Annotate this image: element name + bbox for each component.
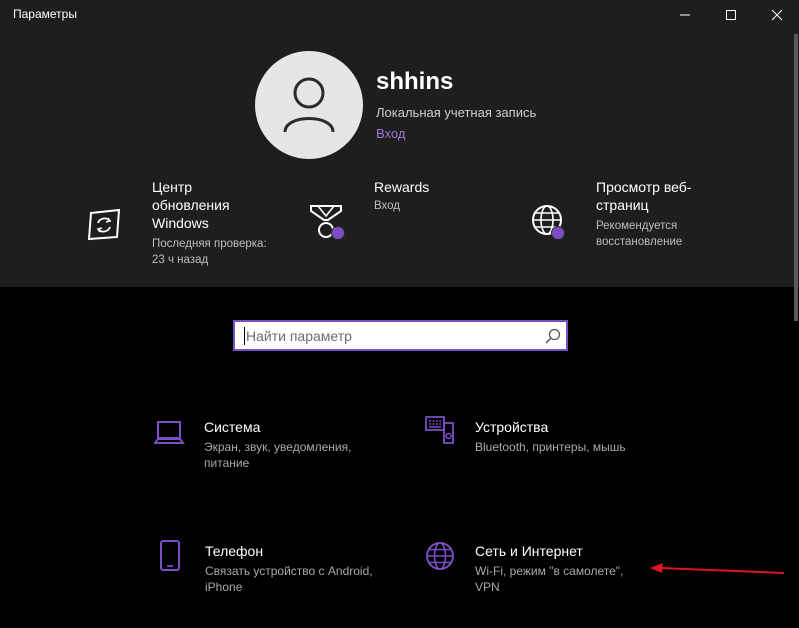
category-subtitle: Bluetooth, принтеры, мышь (475, 440, 626, 454)
windows-update-icon (87, 208, 121, 241)
category-phone[interactable]: Телефон Связать устройство с Android, iP… (154, 538, 384, 598)
tile-subtitle: Вход (374, 200, 401, 212)
text-cursor (244, 327, 245, 345)
category-devices[interactable]: Устройства Bluetooth, принтеры, мышь (424, 414, 654, 474)
laptop-icon (154, 421, 185, 444)
category-network[interactable]: Сеть и Интернет Wi-Fi, режим "в самолете… (424, 538, 654, 598)
maximize-button[interactable] (708, 0, 754, 30)
tile-windows-update[interactable]: Центр обновления Windows Последняя прове… (84, 178, 294, 270)
avatar[interactable] (255, 51, 363, 159)
window-title: Параметры (13, 7, 77, 21)
search-box[interactable] (233, 320, 568, 351)
search-icon[interactable] (544, 327, 562, 345)
category-title: Сеть и Интернет (475, 543, 583, 559)
tile-subtitle: Рекомендуется восстановление (596, 220, 683, 248)
search-input[interactable] (246, 326, 536, 346)
tile-rewards[interactable]: Rewards Вход (306, 178, 506, 270)
tile-title: Rewards (374, 179, 430, 195)
category-subtitle: Wi-Fi, режим "в самолете", VPN (475, 564, 624, 594)
close-button[interactable] (754, 0, 799, 30)
maximize-icon (726, 10, 736, 20)
account-type: Локальная учетная запись (376, 105, 537, 120)
tile-title: Просмотр веб-страниц (596, 179, 692, 213)
title-bar: Параметры (0, 0, 799, 30)
tile-subtitle: Последняя проверка: 23 ч назад (152, 238, 267, 266)
username: shhins (376, 68, 454, 95)
close-icon (771, 9, 783, 21)
category-system[interactable]: Система Экран, звук, уведомления, питани… (154, 414, 384, 474)
network-globe-icon (426, 542, 454, 570)
category-subtitle: Связать устройство с Android, iPhone (205, 564, 373, 594)
category-subtitle: Экран, звук, уведомления, питание (204, 440, 352, 470)
devices-icon (425, 416, 454, 444)
phone-icon (160, 540, 180, 571)
category-title: Телефон (205, 543, 264, 559)
minimize-button[interactable] (662, 0, 708, 30)
minimize-icon (680, 14, 690, 16)
annotation-arrow (650, 563, 785, 574)
tile-title: Центр обновления Windows (152, 179, 230, 231)
status-badge (331, 226, 345, 240)
user-icon (283, 77, 335, 133)
account-header: shhins Локальная учетная запись Вход Цен… (0, 30, 799, 287)
signin-link[interactable]: Вход (376, 126, 405, 141)
tile-browsing[interactable]: Просмотр веб-страниц Рекомендуется восст… (529, 178, 729, 270)
status-badge (551, 226, 565, 240)
category-title: Система (204, 419, 261, 435)
category-title: Устройства (475, 419, 549, 435)
scrollbar[interactable] (794, 34, 798, 321)
